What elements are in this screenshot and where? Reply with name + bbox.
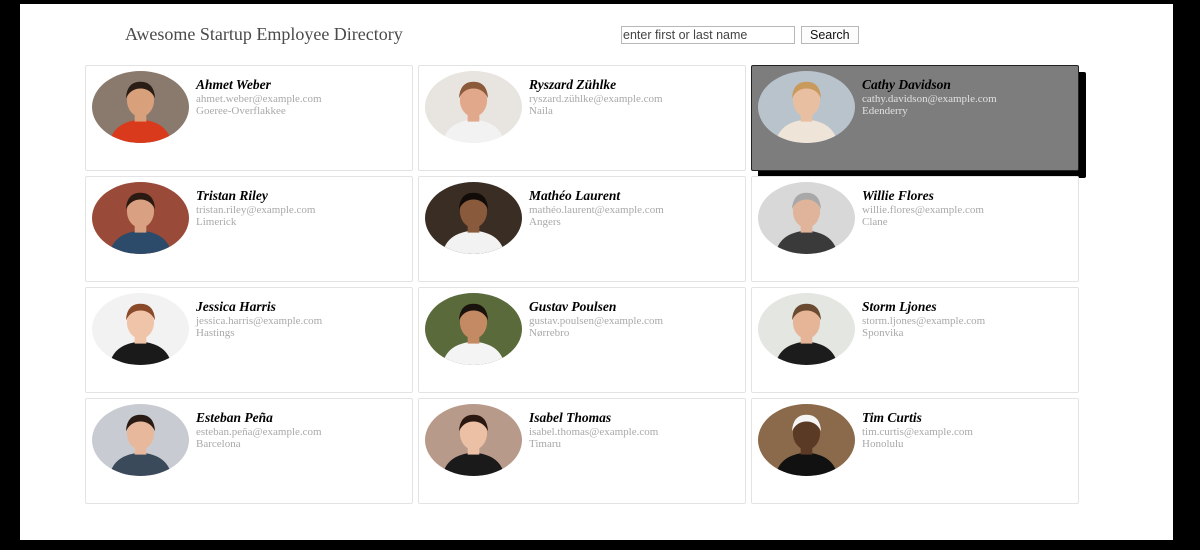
employee-name: Storm Ljones — [862, 299, 937, 314]
search-input[interactable] — [621, 26, 795, 44]
employee-avatar — [92, 71, 189, 143]
employee-info: Jessica Harris jessica.harris@example.com… — [196, 299, 322, 340]
employee-name: Tim Curtis — [862, 410, 922, 425]
employee-card[interactable]: Esteban Peña esteban.peña@example.com Barc… — [85, 398, 413, 504]
employee-city: Limerick — [196, 216, 237, 229]
employee-city: Edenderry — [862, 105, 908, 118]
employee-card[interactable]: Ryszard Zühlke ryszard.zühlke@example.com… — [418, 65, 746, 171]
employee-city: Hastings — [196, 327, 235, 340]
employee-card[interactable]: Isabel Thomas isabel.thomas@example.com Ti… — [418, 398, 746, 504]
employee-name: Cathy Davidson — [862, 77, 951, 92]
employee-name: Tristan Riley — [196, 188, 268, 203]
employee-email: tim.curtis@example.com — [862, 425, 973, 438]
employee-grid: Ahmet Weber ahmet.weber@example.com Goeree… — [85, 65, 1079, 504]
employee-name: Isabel Thomas — [529, 410, 612, 425]
employee-email: esteban.peña@example.com — [196, 425, 322, 438]
employee-avatar — [758, 404, 855, 476]
employee-avatar — [758, 293, 855, 365]
employee-email: ryszard.zühlke@example.com — [529, 92, 663, 105]
search-button[interactable]: Search — [801, 26, 859, 44]
employee-info: Esteban Peña esteban.peña@example.com Barc… — [196, 410, 322, 451]
employee-avatar — [758, 71, 855, 143]
employee-name: Willie Flores — [862, 188, 934, 203]
employee-city: Angers — [529, 216, 561, 229]
employee-city: Nørrebro — [529, 327, 570, 340]
employee-email: willie.flores@example.com — [862, 203, 984, 216]
employee-card[interactable]: Storm Ljones storm.ljones@example.com Spon… — [751, 287, 1079, 393]
employee-card[interactable]: Cathy Davidson cathy.davidson@example.com… — [751, 65, 1079, 171]
employee-info: Mathéo Laurent mathéo.laurent@example.com… — [529, 188, 664, 229]
employee-name: Esteban Peña — [196, 410, 273, 425]
employee-city: Clane — [862, 216, 888, 229]
employee-email: mathéo.laurent@example.com — [529, 203, 664, 216]
employee-name: Mathéo Laurent — [529, 188, 621, 203]
employee-city: Naila — [529, 105, 553, 118]
page-title: Awesome Startup Employee Directory — [125, 24, 403, 44]
employee-email: storm.ljones@example.com — [862, 314, 986, 327]
employee-name: Ryszard Zühlke — [529, 77, 617, 92]
employee-info: Ryszard Zühlke ryszard.zühlke@example.com… — [529, 77, 663, 118]
employee-info: Tristan Riley tristan.riley@example.com Li… — [196, 188, 315, 229]
employee-card[interactable]: Tristan Riley tristan.riley@example.com Li… — [85, 176, 413, 282]
employee-info: Storm Ljones storm.ljones@example.com Spon… — [862, 299, 985, 340]
employee-city: Sponvika — [862, 327, 904, 340]
employee-city: Goeree-Overflakkee — [196, 105, 286, 118]
employee-email: ahmet.weber@example.com — [196, 92, 322, 105]
employee-info: Cathy Davidson cathy.davidson@example.com… — [862, 77, 997, 118]
employee-card[interactable]: Gustav Poulsen gustav.poulsen@example.com… — [418, 287, 746, 393]
employee-card[interactable]: Willie Flores willie.flores@example.com Cl… — [751, 176, 1079, 282]
search-form: Search — [621, 26, 859, 44]
employee-email: isabel.thomas@example.com — [529, 425, 659, 438]
employee-info: Tim Curtis tim.curtis@example.com Honolulu — [862, 410, 973, 451]
employee-avatar — [758, 182, 855, 254]
employee-avatar — [425, 404, 522, 476]
employee-card[interactable]: Jessica Harris jessica.harris@example.com… — [85, 287, 413, 393]
employee-name: Ahmet Weber — [196, 77, 271, 92]
employee-email: cathy.davidson@example.com — [862, 92, 997, 105]
employee-info: Isabel Thomas isabel.thomas@example.com Ti… — [529, 410, 658, 451]
employee-info: Willie Flores willie.flores@example.com Cl… — [862, 188, 984, 229]
employee-avatar — [92, 404, 189, 476]
employee-email: gustav.poulsen@example.com — [529, 314, 664, 327]
employee-avatar — [425, 293, 522, 365]
employee-name: Jessica Harris — [196, 299, 276, 314]
employee-avatar — [92, 293, 189, 365]
employee-city: Honolulu — [862, 438, 904, 451]
employee-info: Ahmet Weber ahmet.weber@example.com Goeree… — [196, 77, 322, 118]
employee-email: tristan.riley@example.com — [196, 203, 316, 216]
employee-city: Barcelona — [196, 438, 241, 451]
employee-card[interactable]: Ahmet Weber ahmet.weber@example.com Goeree… — [85, 65, 413, 171]
employee-avatar — [425, 71, 522, 143]
employee-card[interactable]: Tim Curtis tim.curtis@example.com Honolulu — [751, 398, 1079, 504]
employee-email: jessica.harris@example.com — [196, 314, 323, 327]
employee-city: Timaru — [529, 438, 561, 451]
employee-info: Gustav Poulsen gustav.poulsen@example.com… — [529, 299, 663, 340]
page: Awesome Startup Employee Directory Searc… — [20, 4, 1173, 540]
employee-avatar — [92, 182, 189, 254]
employee-avatar — [425, 182, 522, 254]
employee-card[interactable]: Mathéo Laurent mathéo.laurent@example.com… — [418, 176, 746, 282]
employee-name: Gustav Poulsen — [529, 299, 617, 314]
